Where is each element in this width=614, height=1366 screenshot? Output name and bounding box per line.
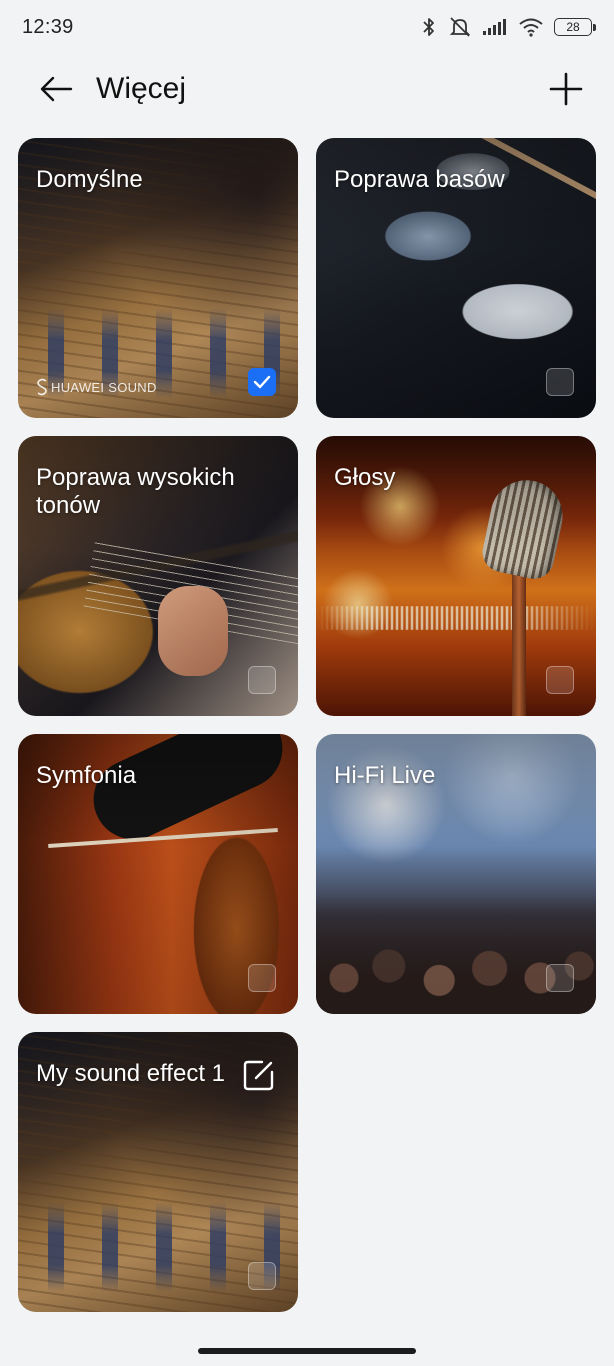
effect-checkbox[interactable] [248, 964, 276, 992]
edit-icon [243, 1060, 274, 1091]
effect-checkbox[interactable] [248, 1262, 276, 1290]
effect-checkbox[interactable] [546, 964, 574, 992]
brand-label: HUAWEI SOUND [51, 379, 157, 395]
effect-title: Domyślne [36, 166, 143, 193]
app-header: Więcej [0, 58, 614, 120]
effect-card-symphony[interactable]: Symfonia [18, 734, 298, 1014]
back-button[interactable] [34, 67, 78, 111]
effect-title: My sound effect 1 [36, 1060, 225, 1087]
status-bar: 12:39 28 [0, 0, 614, 54]
status-time: 12:39 [22, 15, 74, 38]
checkmark-icon [253, 375, 271, 389]
effect-card-treble-boost[interactable]: Poprawa wysokich tonów [18, 436, 298, 716]
effect-card-bass-boost[interactable]: Poprawa basów [316, 138, 596, 418]
effect-card-default[interactable]: Domyślne HUAWEI SOUND [18, 138, 298, 418]
plus-icon [549, 72, 583, 106]
sound-effects-grid: Domyślne HUAWEI SOUND Poprawa basów Popr… [18, 138, 596, 1312]
effect-card-vocals[interactable]: Głosy [316, 436, 596, 716]
effect-title: Hi-Fi Live [334, 762, 436, 789]
home-indicator[interactable] [198, 1348, 416, 1354]
bluetooth-icon [423, 18, 434, 36]
status-icons: 28 [420, 16, 596, 38]
battery-icon: 28 [554, 18, 596, 36]
battery-level: 28 [566, 20, 580, 34]
effect-title: Poprawa wysokich tonów [36, 464, 235, 519]
signal-icon [483, 19, 506, 35]
effect-title: Poprawa basów [334, 166, 505, 193]
effect-title: Głosy [334, 464, 396, 491]
huawei-sound-icon [37, 378, 47, 396]
effect-card-custom[interactable]: My sound effect 1 [18, 1032, 298, 1312]
wifi-icon [519, 18, 543, 37]
mute-icon [449, 17, 471, 37]
arrow-left-icon [40, 76, 73, 102]
effect-card-hifi-live[interactable]: Hi-Fi Live [316, 734, 596, 1014]
huawei-sound-logo: HUAWEI SOUND [36, 378, 157, 396]
effect-title: Symfonia [36, 762, 137, 789]
add-button[interactable] [544, 67, 588, 111]
page-title: Więcej [96, 72, 187, 105]
effect-checkbox[interactable] [546, 666, 574, 694]
effect-checkbox[interactable] [248, 666, 276, 694]
edit-button[interactable] [242, 1058, 276, 1092]
effect-checkbox-checked[interactable] [248, 368, 276, 396]
effect-checkbox[interactable] [546, 368, 574, 396]
